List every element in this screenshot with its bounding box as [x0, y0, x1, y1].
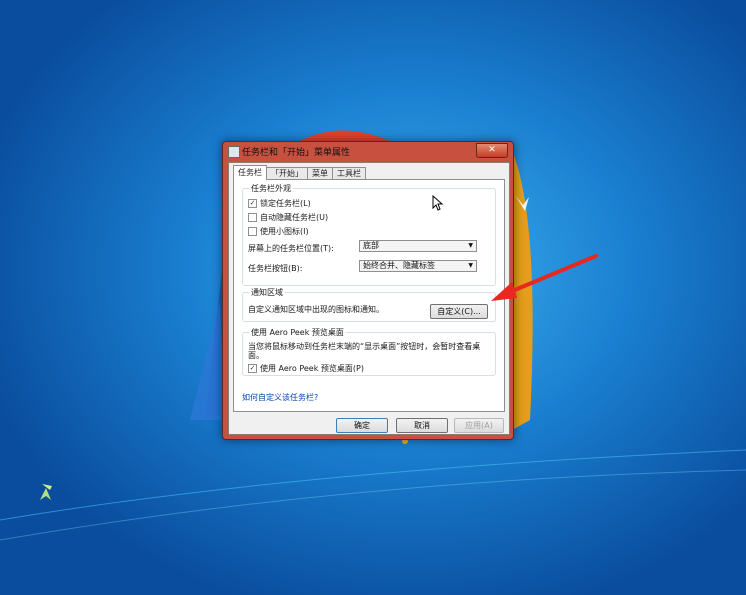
- taskbar-tab-panel: 任务栏外观 ✓ 锁定任务栏(L) 自动隐藏任务栏(U) 使用小图标(I) 屏幕上…: [233, 179, 505, 412]
- lock-taskbar-label: 锁定任务栏(L): [260, 199, 311, 208]
- auto-hide-option[interactable]: 自动隐藏任务栏(U): [248, 212, 328, 223]
- aero-peek-description: 当您将鼠标移动到任务栏末端的“显示桌面”按钮时，会暂时查看桌面。: [248, 342, 481, 360]
- small-icons-checkbox[interactable]: [248, 227, 257, 236]
- small-icons-option[interactable]: 使用小图标(I): [248, 226, 309, 237]
- notification-group-title: 通知区域: [249, 287, 285, 298]
- tab-taskbar[interactable]: 任务栏: [233, 165, 267, 180]
- aero-peek-checkbox[interactable]: ✓: [248, 364, 257, 373]
- auto-hide-checkbox[interactable]: [248, 213, 257, 222]
- apply-button[interactable]: 应用(A): [454, 418, 504, 433]
- close-button[interactable]: ✕: [476, 143, 508, 158]
- title-bar[interactable]: 任务栏和「开始」菜单属性 ✕: [223, 142, 513, 162]
- auto-hide-label: 自动隐藏任务栏(U): [260, 213, 329, 222]
- buttons-dropdown-value: 始终合并、隐藏标签: [363, 261, 435, 270]
- aero-peek-group-title: 使用 Aero Peek 预览桌面: [249, 327, 346, 338]
- taskbar-properties-dialog: 任务栏和「开始」菜单属性 ✕ 任务栏 「开始」 菜单 工具栏 任务栏外观 ✓ 锁…: [222, 141, 514, 440]
- cancel-button[interactable]: 取消: [396, 418, 448, 433]
- buttons-dropdown[interactable]: 始终合并、隐藏标签 ▼: [359, 260, 477, 272]
- position-dropdown[interactable]: 底部 ▼: [359, 240, 477, 252]
- notification-description: 自定义通知区域中出现的图标和通知。: [248, 305, 384, 314]
- tab-strip: 任务栏 「开始」 菜单 工具栏: [233, 165, 366, 180]
- aero-peek-option[interactable]: ✓ 使用 Aero Peek 预览桌面(P): [248, 363, 364, 374]
- position-label: 屏幕上的任务栏位置(T):: [248, 244, 334, 253]
- lock-taskbar-checkbox[interactable]: ✓: [248, 199, 257, 208]
- dialog-title: 任务栏和「开始」菜单属性: [242, 148, 351, 158]
- chevron-down-icon: ▼: [468, 262, 473, 269]
- chevron-down-icon: ▼: [468, 242, 473, 249]
- appearance-group-title: 任务栏外观: [249, 183, 293, 194]
- dialog-client-area: 任务栏 「开始」 菜单 工具栏 任务栏外观 ✓ 锁定任务栏(L) 自动隐藏任务栏…: [228, 162, 510, 435]
- position-dropdown-value: 底部: [363, 241, 379, 250]
- mouse-cursor-icon: [432, 195, 444, 211]
- taskbar-app-icon: [228, 146, 240, 158]
- ok-button[interactable]: 确定: [336, 418, 388, 433]
- customize-taskbar-help-link[interactable]: 如何自定义该任务栏?: [242, 392, 318, 403]
- buttons-label: 任务栏按钮(B):: [248, 264, 303, 273]
- small-icons-label: 使用小图标(I): [260, 227, 309, 236]
- lock-taskbar-option[interactable]: ✓ 锁定任务栏(L): [248, 198, 311, 209]
- customize-notifications-button[interactable]: 自定义(C)...: [430, 304, 488, 319]
- aero-peek-label: 使用 Aero Peek 预览桌面(P): [260, 364, 364, 373]
